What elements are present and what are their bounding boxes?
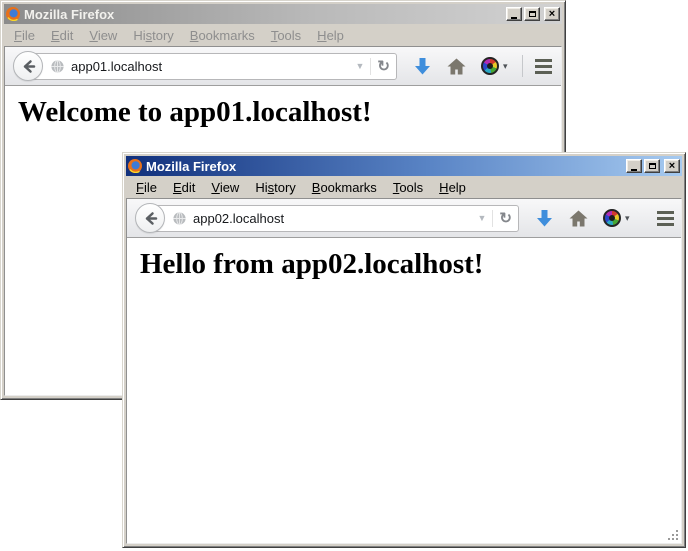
url-bar[interactable]: app02.localhost ▼ ↻ (149, 205, 519, 232)
menu-view[interactable]: View (81, 27, 125, 44)
menubar: File Edit View History Bookmarks Tools H… (4, 24, 562, 46)
reload-icon[interactable]: ↻ (499, 211, 512, 226)
home-button[interactable] (447, 58, 466, 75)
menu-edit[interactable]: Edit (165, 179, 203, 196)
home-button[interactable] (569, 210, 588, 227)
maximize-button[interactable] (644, 159, 660, 173)
menu-file[interactable]: File (6, 27, 43, 44)
hamburger-icon (535, 59, 552, 62)
menu-tools[interactable]: Tools (263, 27, 309, 44)
menu-help[interactable]: Help (431, 179, 474, 196)
extension-button[interactable]: ▾ (603, 209, 630, 227)
urlbar-divider (492, 210, 493, 227)
window-title: Mozilla Firefox (146, 159, 236, 174)
firefox-logo-icon (6, 7, 20, 21)
download-button[interactable] (414, 57, 431, 76)
titlebar[interactable]: Mozilla Firefox × (126, 156, 682, 176)
back-button[interactable] (13, 51, 43, 81)
menu-tools[interactable]: Tools (385, 179, 431, 196)
menu-view[interactable]: View (203, 179, 247, 196)
extension-button[interactable]: ▾ (481, 57, 508, 75)
url-bar[interactable]: app01.localhost ▼ ↻ (27, 53, 397, 80)
menu-button[interactable] (657, 211, 674, 226)
desktop: Mozilla Firefox × File Edit View History… (0, 0, 688, 551)
url-text[interactable]: app02.localhost (193, 211, 472, 226)
download-icon (536, 209, 553, 228)
maximize-icon (529, 11, 536, 17)
site-identity-globe-icon[interactable] (50, 59, 65, 74)
window-controls: × (506, 7, 560, 21)
minimize-button[interactable] (626, 159, 642, 173)
page-heading: Hello from app02.localhost! (140, 248, 681, 281)
site-identity-globe-icon[interactable] (172, 211, 187, 226)
reload-icon[interactable]: ↻ (377, 59, 390, 74)
url-dropdown-icon[interactable]: ▼ (356, 61, 365, 71)
resize-grip[interactable] (667, 529, 680, 542)
content-area: Hello from app02.localhost! (127, 238, 681, 543)
window-controls: × (626, 159, 680, 173)
titlebar[interactable]: Mozilla Firefox × (4, 4, 562, 24)
dropdown-caret-icon: ▾ (503, 61, 508, 72)
minimize-icon (631, 169, 637, 171)
close-icon: × (669, 161, 675, 172)
hamburger-icon (657, 211, 674, 214)
page-heading: Welcome to app01.localhost! (18, 96, 561, 129)
nav-toolbar: app02.localhost ▼ ↻ ▾ (127, 199, 681, 238)
menu-bookmarks[interactable]: Bookmarks (304, 179, 385, 196)
color-wheel-icon (481, 57, 499, 75)
close-button[interactable]: × (664, 159, 680, 173)
menubar: File Edit View History Bookmarks Tools H… (126, 176, 682, 198)
client-area: app02.localhost ▼ ↻ ▾ (126, 198, 682, 544)
urlbar-divider (370, 58, 371, 75)
url-text[interactable]: app01.localhost (71, 59, 350, 74)
menu-help[interactable]: Help (309, 27, 352, 44)
back-icon (20, 58, 37, 75)
color-wheel-icon (603, 209, 621, 227)
firefox-logo-icon (128, 159, 142, 173)
window-title: Mozilla Firefox (24, 7, 114, 22)
url-dropdown-icon[interactable]: ▼ (478, 213, 487, 223)
menu-bookmarks[interactable]: Bookmarks (182, 27, 263, 44)
maximize-button[interactable] (524, 7, 540, 21)
download-icon (414, 57, 431, 76)
menu-history[interactable]: History (125, 27, 181, 44)
menu-edit[interactable]: Edit (43, 27, 81, 44)
back-icon (142, 210, 159, 227)
close-button[interactable]: × (544, 7, 560, 21)
menu-file[interactable]: File (128, 179, 165, 196)
menu-button[interactable] (535, 59, 552, 74)
maximize-icon (649, 163, 656, 169)
download-button[interactable] (536, 209, 553, 228)
browser-window-2: Mozilla Firefox × File Edit View History… (122, 152, 686, 548)
minimize-button[interactable] (506, 7, 522, 21)
nav-toolbar: app01.localhost ▼ ↻ ▾ (5, 47, 561, 86)
minimize-icon (511, 17, 517, 19)
home-icon (569, 210, 588, 227)
dropdown-caret-icon: ▾ (625, 213, 630, 224)
back-button[interactable] (135, 203, 165, 233)
close-icon: × (549, 9, 555, 20)
home-icon (447, 58, 466, 75)
menu-history[interactable]: History (247, 179, 303, 196)
